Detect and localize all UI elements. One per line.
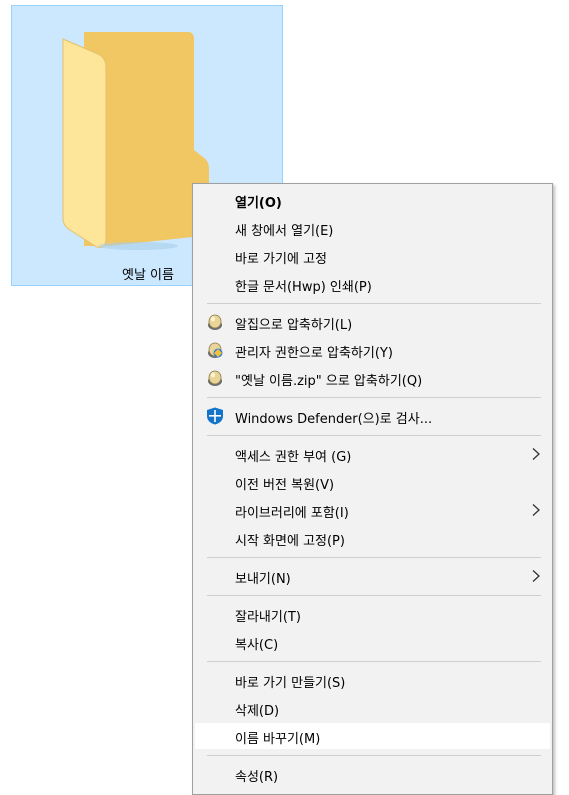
menu-separator [207,435,541,436]
menu-item-관리자-권한으로-압축하기[interactable]: 관리자 권한으로 압축하기(Y) [195,337,550,363]
menu-item-이름-바꾸기[interactable]: 이름 바꾸기(M) [195,723,550,749]
menu-item-label: 새 창에서 열기(E) [235,224,334,239]
menu-item-새-창에서-열기[interactable]: 새 창에서 열기(E) [195,215,550,241]
menu-separator [207,303,541,304]
menu-item-label: 열기(O) [235,196,282,211]
menu-item-label: 이전 버전 복원(V) [235,478,335,493]
menu-item-라이브러리에-포함[interactable]: 라이브러리에 포함(I) [195,497,550,523]
menu-item-시작-화면에-고정[interactable]: 시작 화면에 고정(P) [195,525,550,551]
menu-item-바로-가기에-고정[interactable]: 바로 가기에 고정 [195,243,550,269]
menu-item-label: 바로 가기 만들기(S) [235,676,346,691]
menu-item-label: 관리자 권한으로 압축하기(Y) [235,346,393,361]
alzip-admin-icon [206,341,224,359]
menu-item-label: 복사(C) [235,638,279,653]
menu-separator [207,661,541,662]
menu-item-한글-문서-인쇄[interactable]: 한글 문서(Hwp) 인쇄(P) [195,271,550,297]
alzip-icon [206,313,224,331]
menu-separator [207,397,541,398]
menu-item-보내기[interactable]: 보내기(N) [195,563,550,589]
menu-item-label: 알집으로 압축하기(L) [235,318,353,333]
menu-item-label: 라이브러리에 포함(I) [235,506,349,521]
menu-separator [207,595,541,596]
menu-item-옛날-이름-zip-으로-압축하기[interactable]: "옛날 이름.zip" 으로 압축하기(Q) [195,365,550,391]
menu-item-삭제[interactable]: 삭제(D) [195,695,550,721]
menu-item-label: 잘라내기(T) [235,610,301,625]
menu-item-바로-가기-만들기[interactable]: 바로 가기 만들기(S) [195,667,550,693]
menu-item-label: 이름 바꾸기(M) [235,732,321,747]
menu-item-알집으로-압축하기[interactable]: 알집으로 압축하기(L) [195,309,550,335]
menu-item-액세스-권한-부여[interactable]: 액세스 권한 부여 (G) [195,441,550,467]
menu-item-이전-버전-복원[interactable]: 이전 버전 복원(V) [195,469,550,495]
menu-separator [207,755,541,756]
chevron-right-icon [532,570,540,582]
windows-defender-icon [206,407,224,425]
menu-item-label: 삭제(D) [235,704,280,719]
menu-item-속성[interactable]: 속성(R) [195,761,550,787]
menu-item-잘라내기[interactable]: 잘라내기(T) [195,601,550,627]
menu-separator [207,557,541,558]
menu-item-label: 바로 가기에 고정 [235,252,327,267]
menu-item-label: 속성(R) [235,770,279,785]
alzip-icon [206,369,224,387]
menu-item-복사[interactable]: 복사(C) [195,629,550,655]
context-menu: 열기(O) 새 창에서 열기(E) 바로 가기에 고정한글 문서(Hwp) 인쇄(P… [192,183,553,795]
menu-item-label: 액세스 권한 부여 (G) [235,450,352,465]
chevron-right-icon [532,448,540,460]
menu-item-열기[interactable]: 열기(O) [195,187,550,213]
menu-item-label: "옛날 이름.zip" 으로 압축하기(Q) [235,374,423,389]
menu-item-label: 한글 문서(Hwp) 인쇄(P) [235,280,372,295]
chevron-right-icon [532,504,540,516]
menu-item-label: 시작 화면에 고정(P) [235,534,345,549]
menu-item-label: Windows Defender(으)로 검사... [235,412,433,427]
menu-item-label: 보내기(N) [235,572,291,587]
menu-item-windows-defender로-검사[interactable]: Windows Defender(으)로 검사... [195,403,550,429]
